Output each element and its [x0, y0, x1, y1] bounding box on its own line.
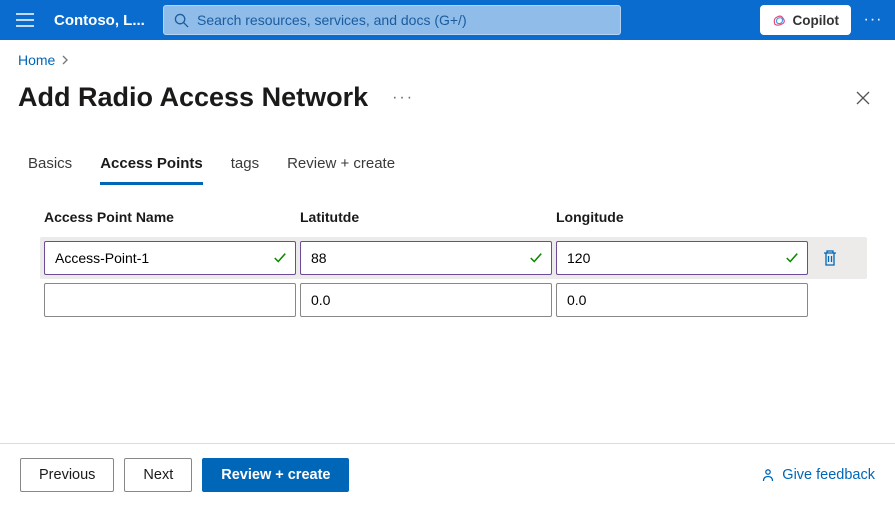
longitude-field[interactable]	[567, 250, 785, 266]
access-points-table: Access Point Name Latitutde Longitude	[0, 185, 895, 321]
tabs: Basics Access Points tags Review + creat…	[0, 113, 895, 185]
table-row	[40, 237, 867, 279]
overflow-button[interactable]: ···	[859, 11, 887, 29]
ap-name-input[interactable]	[44, 241, 296, 275]
delete-row-button[interactable]	[816, 249, 844, 267]
table-header: Access Point Name Latitutde Longitude	[40, 209, 867, 237]
check-icon	[785, 251, 799, 265]
col-header-lat: Latitutde	[300, 209, 552, 225]
tenant-name[interactable]: Contoso, L...	[50, 12, 155, 29]
tab-basics[interactable]: Basics	[28, 155, 72, 185]
ap-name-field[interactable]	[55, 292, 287, 308]
tab-review-create[interactable]: Review + create	[287, 155, 395, 185]
longitude-input[interactable]	[556, 283, 808, 317]
top-bar: Contoso, L... Copilot ···	[0, 0, 895, 40]
dots-icon: ···	[864, 11, 883, 28]
longitude-field[interactable]	[567, 292, 799, 308]
latitude-input[interactable]	[300, 241, 552, 275]
search-icon	[174, 13, 189, 28]
feedback-link[interactable]: Give feedback	[760, 467, 875, 483]
tab-access-points[interactable]: Access Points	[100, 155, 203, 185]
breadcrumb: Home	[0, 42, 895, 68]
ap-name-field[interactable]	[55, 250, 273, 266]
copilot-label: Copilot	[793, 13, 840, 28]
title-row: Add Radio Access Network ···	[0, 68, 895, 113]
copilot-button[interactable]: Copilot	[760, 5, 852, 35]
search-input[interactable]	[197, 12, 610, 28]
menu-toggle[interactable]	[8, 0, 42, 40]
latitude-field[interactable]	[311, 292, 543, 308]
feedback-label: Give feedback	[782, 467, 875, 483]
close-button[interactable]	[849, 84, 877, 112]
breadcrumb-home[interactable]: Home	[18, 52, 55, 68]
previous-button[interactable]: Previous	[20, 458, 114, 492]
hamburger-icon	[16, 13, 34, 27]
global-search[interactable]	[163, 5, 621, 35]
close-icon	[855, 90, 871, 106]
page-content: Home Add Radio Access Network ··· Basics…	[0, 40, 895, 443]
ap-name-input[interactable]	[44, 283, 296, 317]
table-row	[40, 279, 867, 321]
latitude-field[interactable]	[311, 250, 529, 266]
longitude-input[interactable]	[556, 241, 808, 275]
col-header-lng: Longitude	[556, 209, 808, 225]
trash-icon	[822, 249, 838, 267]
copilot-icon	[772, 13, 787, 28]
tab-tags[interactable]: tags	[231, 155, 259, 185]
next-button[interactable]: Next	[124, 458, 192, 492]
feedback-icon	[760, 467, 776, 483]
chevron-right-icon	[61, 55, 69, 65]
check-icon	[529, 251, 543, 265]
latitude-input[interactable]	[300, 283, 552, 317]
page-actions-overflow[interactable]: ···	[384, 89, 414, 107]
check-icon	[273, 251, 287, 265]
col-header-name: Access Point Name	[44, 209, 296, 225]
footer-bar: Previous Next Review + create Give feedb…	[0, 443, 895, 505]
page-title: Add Radio Access Network	[18, 82, 368, 113]
review-create-button[interactable]: Review + create	[202, 458, 349, 492]
